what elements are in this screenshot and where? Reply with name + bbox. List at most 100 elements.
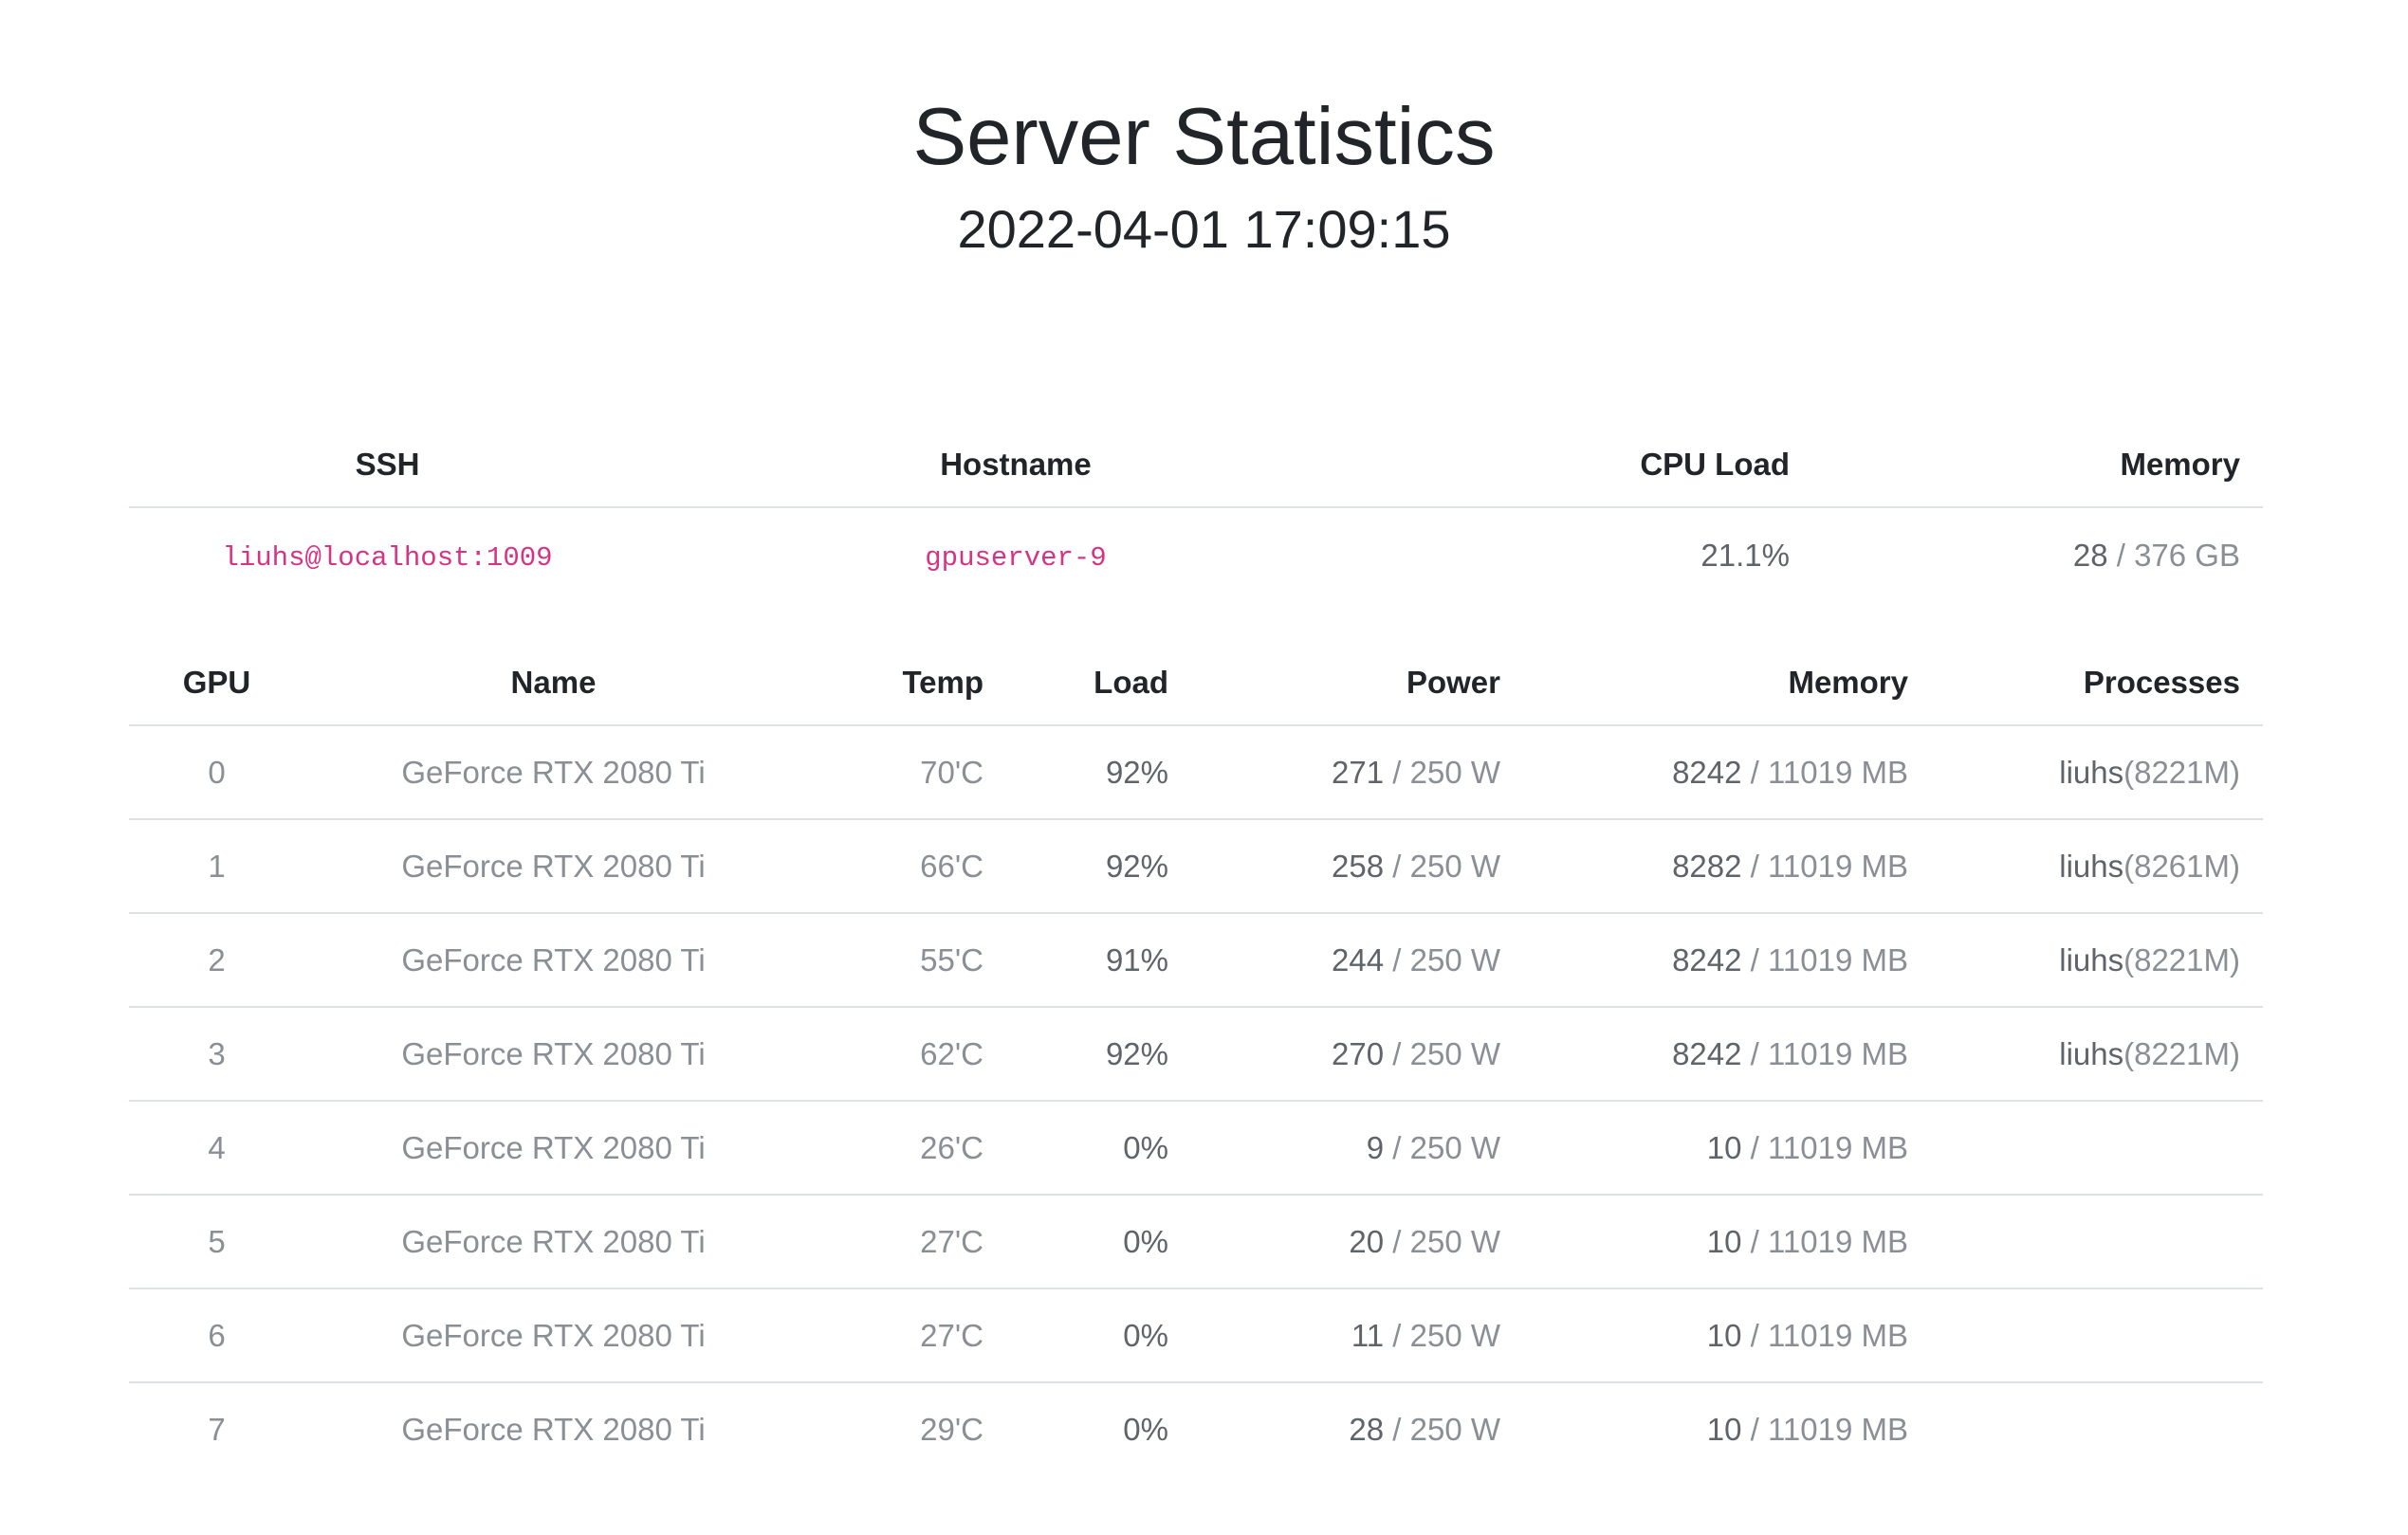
gpu-memory-used: 10 bbox=[1706, 1129, 1742, 1165]
gpu-power-used: 244 bbox=[1332, 941, 1385, 978]
gpu-power-used: 270 bbox=[1332, 1035, 1385, 1071]
gpu-row: 4 GeForce RTX 2080 Ti 26'C 0% 9 / 250 W 10 / … bbox=[129, 1101, 2263, 1196]
gpu-power-cell: 20 / 250 W bbox=[1191, 1195, 1523, 1289]
gpu-load: 0% bbox=[1123, 1223, 1168, 1259]
gpu-memory-total: / 11019 MB bbox=[1741, 1317, 1908, 1353]
gpu-memory-cell: 10 / 11019 MB bbox=[1523, 1195, 1931, 1289]
gpu-index: 4 bbox=[129, 1101, 304, 1196]
gpu-power-cell: 244 / 250 W bbox=[1191, 913, 1523, 1008]
gpu-load: 92% bbox=[1105, 848, 1168, 884]
gpu-name: GeForce RTX 2080 Ti bbox=[304, 913, 802, 1008]
gpu-table-header-row: GPU Name Temp Load Power Memory Processe… bbox=[129, 640, 2263, 726]
gpu-name: GeForce RTX 2080 Ti bbox=[304, 1195, 802, 1289]
gpu-table: GPU Name Temp Load Power Memory Processe… bbox=[129, 640, 2263, 1476]
gpu-power-used: 28 bbox=[1349, 1412, 1385, 1447]
gpu-memory-header: Memory bbox=[1523, 640, 1931, 726]
gpu-memory-cell: 10 / 11019 MB bbox=[1523, 1288, 1931, 1383]
gpu-processes-cell: liuhs(8221M) bbox=[1931, 1007, 2263, 1102]
gpu-name: GeForce RTX 2080 Ti bbox=[304, 1101, 802, 1196]
gpu-memory-used: 8242 bbox=[1672, 754, 1742, 790]
gpu-load-cell: 0% bbox=[1006, 1382, 1191, 1476]
gpu-temp: 27'C bbox=[802, 1288, 1006, 1383]
gpu-temp: 70'C bbox=[802, 725, 1006, 820]
gpu-memory-used: 8282 bbox=[1672, 848, 1742, 884]
gpu-memory-total: / 11019 MB bbox=[1741, 1129, 1908, 1165]
page-title: Server Statistics bbox=[912, 92, 1496, 182]
gpu-load-cell: 92% bbox=[1006, 1007, 1191, 1102]
gpu-memory-cell: 8242 / 11019 MB bbox=[1523, 1007, 1931, 1102]
gpu-index: 3 bbox=[129, 1007, 304, 1102]
server-row: liuhs@localhost:1009 gpuserver-9 21.1% 2… bbox=[129, 507, 2263, 602]
gpu-name: GeForce RTX 2080 Ti bbox=[304, 1007, 802, 1102]
gpu-power-cell: 270 / 250 W bbox=[1191, 1007, 1523, 1102]
gpu-power-cap: / 250 W bbox=[1384, 1035, 1500, 1071]
name-header: Name bbox=[304, 640, 802, 726]
processes-header: Processes bbox=[1931, 640, 2263, 726]
process-user: liuhs bbox=[2059, 754, 2124, 790]
gpu-index: 2 bbox=[129, 913, 304, 1008]
process-user: liuhs bbox=[2059, 848, 2124, 884]
load-header: Load bbox=[1006, 640, 1191, 726]
gpu-memory-used: 10 bbox=[1706, 1412, 1742, 1447]
hostname-value: gpuserver-9 bbox=[925, 542, 1107, 574]
gpu-memory-cell: 10 / 11019 MB bbox=[1523, 1101, 1931, 1196]
gpu-processes-cell bbox=[1931, 1382, 2263, 1476]
gpu-temp: 66'C bbox=[802, 819, 1006, 914]
gpu-memory-cell: 10 / 11019 MB bbox=[1523, 1382, 1931, 1476]
gpu-processes-cell: liuhs(8221M) bbox=[1931, 725, 2263, 820]
gpu-memory-cell: 8242 / 11019 MB bbox=[1523, 725, 1931, 820]
server-table: SSH Hostname CPU Load Memory liuhs@local… bbox=[129, 422, 2263, 602]
gpu-row: 3 GeForce RTX 2080 Ti 62'C 92% 270 / 250 W 82… bbox=[129, 1007, 2263, 1102]
gpu-power-cell: 11 / 250 W bbox=[1191, 1288, 1523, 1383]
gpu-memory-used: 10 bbox=[1706, 1317, 1742, 1353]
process-user: liuhs bbox=[2059, 1035, 2124, 1071]
cpu-load-value: 21.1% bbox=[1700, 537, 1790, 573]
gpu-power-used: 20 bbox=[1349, 1223, 1385, 1259]
ssh-cell: liuhs@localhost:1009 bbox=[129, 507, 646, 602]
gpu-load: 91% bbox=[1105, 941, 1168, 978]
gpu-row: 2 GeForce RTX 2080 Ti 55'C 91% 244 / 250 W 82… bbox=[129, 913, 2263, 1008]
hostname-cell: gpuserver-9 bbox=[646, 507, 1386, 602]
process-memory: (8221M) bbox=[2123, 941, 2240, 978]
gpu-power-cell: 258 / 250 W bbox=[1191, 819, 1523, 914]
gpu-index: 1 bbox=[129, 819, 304, 914]
cpu-load-header: CPU Load bbox=[1386, 422, 1812, 508]
gpu-name: GeForce RTX 2080 Ti bbox=[304, 725, 802, 820]
gpu-processes-cell: liuhs(8221M) bbox=[1931, 913, 2263, 1008]
gpu-load-cell: 91% bbox=[1006, 913, 1191, 1008]
gpu-name: GeForce RTX 2080 Ti bbox=[304, 819, 802, 914]
gpu-processes-cell: liuhs(8261M) bbox=[1931, 819, 2263, 914]
gpu-power-used: 258 bbox=[1332, 848, 1385, 884]
gpu-power-used: 11 bbox=[1351, 1317, 1385, 1353]
gpu-memory-total: / 11019 MB bbox=[1741, 941, 1908, 978]
gpu-row: 5 GeForce RTX 2080 Ti 27'C 0% 20 / 250 W 10 /… bbox=[129, 1195, 2263, 1289]
gpu-memory-total: / 11019 MB bbox=[1741, 1035, 1908, 1071]
gpu-temp: 27'C bbox=[802, 1195, 1006, 1289]
gpu-processes-cell bbox=[1931, 1288, 2263, 1383]
gpu-row: 1 GeForce RTX 2080 Ti 66'C 92% 258 / 250 W 82… bbox=[129, 819, 2263, 914]
gpu-memory-total: / 11019 MB bbox=[1741, 754, 1908, 790]
gpu-load-cell: 92% bbox=[1006, 819, 1191, 914]
temp-header: Temp bbox=[802, 640, 1006, 726]
gpu-power-cap: / 250 W bbox=[1384, 754, 1500, 790]
gpu-memory-used: 10 bbox=[1706, 1223, 1742, 1259]
page-timestamp: 2022-04-01 17:09:15 bbox=[957, 199, 1451, 259]
gpu-temp: 26'C bbox=[802, 1101, 1006, 1196]
server-memory-total: / 376 GB bbox=[2107, 537, 2240, 573]
gpu-row: 0 GeForce RTX 2080 Ti 70'C 92% 271 / 250 W 82… bbox=[129, 725, 2263, 820]
gpu-memory-total: / 11019 MB bbox=[1741, 1223, 1908, 1259]
hostname-header: Hostname bbox=[646, 422, 1386, 508]
gpu-load-cell: 0% bbox=[1006, 1288, 1191, 1383]
gpu-power-cell: 9 / 250 W bbox=[1191, 1101, 1523, 1196]
gpu-power-cap: / 250 W bbox=[1384, 1129, 1500, 1165]
process-memory: (8221M) bbox=[2123, 1035, 2240, 1071]
gpu-power-used: 271 bbox=[1332, 754, 1385, 790]
gpu-index: 6 bbox=[129, 1288, 304, 1383]
gpu-power-used: 9 bbox=[1366, 1129, 1385, 1165]
gpu-temp: 55'C bbox=[802, 913, 1006, 1008]
gpu-temp: 29'C bbox=[920, 1412, 983, 1447]
gpu-memory-total: / 11019 MB bbox=[1741, 848, 1908, 884]
gpu-load-cell: 92% bbox=[1006, 725, 1191, 820]
gpu-memory-cell: 8282 / 11019 MB bbox=[1523, 819, 1931, 914]
gpu-power-cap: / 250 W bbox=[1384, 1412, 1500, 1447]
